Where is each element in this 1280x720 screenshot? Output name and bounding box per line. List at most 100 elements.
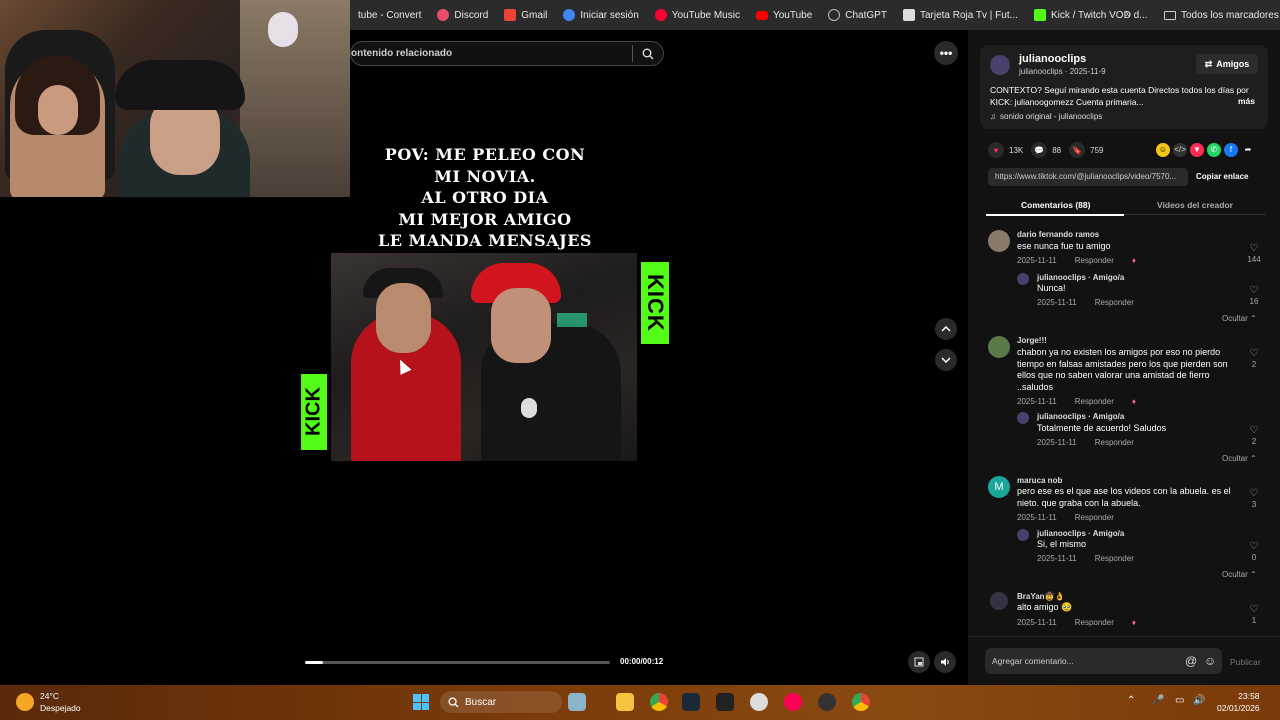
- share-arrow-icon[interactable]: ➦: [1241, 143, 1255, 157]
- publish-button[interactable]: Publicar: [1230, 657, 1261, 667]
- reply-meta: 2025-11-11 Responder: [1037, 298, 1134, 307]
- comments-tabs: Comentarios (88) Videos del creador: [986, 195, 1266, 216]
- comment-like-button[interactable]: ♡ 2: [1247, 348, 1261, 369]
- comment-like-button[interactable]: ♡ 1: [1247, 604, 1261, 625]
- reply-button[interactable]: Responder: [1075, 397, 1114, 406]
- comment-avatar[interactable]: M: [988, 476, 1010, 498]
- comment-like-button[interactable]: ♡ 144: [1247, 243, 1261, 264]
- comment-avatar[interactable]: [988, 336, 1010, 358]
- music-app-icon[interactable]: [784, 693, 802, 711]
- reply-avatar[interactable]: [1017, 529, 1029, 541]
- tab-creator-videos[interactable]: Videos del creador: [1157, 200, 1233, 210]
- next-video-button[interactable]: [935, 349, 957, 371]
- save-button[interactable]: 🔖 759: [1069, 142, 1104, 158]
- epic-games-icon[interactable]: [716, 693, 734, 711]
- reply-like-button[interactable]: ♡ 0: [1247, 541, 1261, 562]
- comment-avatar[interactable]: [990, 592, 1008, 610]
- copy-link-button[interactable]: Copiar enlace: [1196, 172, 1248, 181]
- bookmark-tarjeta-roja[interactable]: Tarjeta Roja Tv | Fut...: [895, 9, 1026, 21]
- obs-icon[interactable]: [818, 693, 836, 711]
- comment-author[interactable]: Jorge!!!: [1017, 336, 1047, 345]
- bookmark-youtube-convert[interactable]: tube - Convert: [350, 10, 429, 21]
- heart-outline-icon: ♡: [1249, 243, 1259, 254]
- comment-author[interactable]: BraYan🤠👌: [1017, 592, 1065, 601]
- reply-button[interactable]: Responder: [1075, 618, 1114, 627]
- reply-author[interactable]: julianooclips · Amigo/a: [1037, 412, 1124, 421]
- hide-replies-button[interactable]: Ocultar ⌃: [1222, 314, 1257, 323]
- chevron-down-icon: [941, 357, 951, 363]
- bookmark-youtube-music[interactable]: YouTube Music: [647, 9, 748, 21]
- taskbar-search[interactable]: Buscar: [440, 691, 562, 713]
- search-icon[interactable]: [633, 42, 663, 65]
- creator-liked-icon: ♦: [1131, 618, 1136, 627]
- more-options-button[interactable]: •••: [934, 41, 958, 65]
- reply-meta: 2025-11-11 Responder: [1037, 438, 1134, 447]
- video-progress-bar[interactable]: [305, 661, 610, 664]
- reply-author[interactable]: julianooclips · Amigo/a: [1037, 273, 1124, 282]
- embed-icon[interactable]: </>: [1173, 143, 1187, 157]
- video-link-field[interactable]: https://www.tiktok.com/@julianooclips/vi…: [988, 168, 1188, 186]
- bookmark-chatgpt[interactable]: ChatGPT: [820, 9, 895, 21]
- reply-avatar[interactable]: [1017, 412, 1029, 424]
- related-search-input[interactable]: ontenido relacionado: [351, 48, 632, 59]
- comments-button[interactable]: 💬 88: [1031, 142, 1061, 158]
- reply-button[interactable]: Responder: [1095, 298, 1134, 307]
- reply-button[interactable]: Responder: [1075, 256, 1114, 265]
- file-explorer-icon[interactable]: [616, 693, 634, 711]
- comment-avatar[interactable]: [988, 230, 1010, 252]
- author-avatar[interactable]: [990, 55, 1010, 75]
- whatsapp-icon[interactable]: ✆: [1207, 143, 1221, 157]
- start-button[interactable]: [413, 694, 429, 710]
- network-icon[interactable]: ▭: [1175, 695, 1184, 706]
- bookmark-gmail[interactable]: Gmail: [496, 9, 555, 21]
- comment-like-button[interactable]: ♡ 3: [1247, 488, 1261, 509]
- all-bookmarks-button[interactable]: Todos los marcadores: [1164, 0, 1279, 30]
- author-name[interactable]: julianooclips: [1019, 53, 1086, 65]
- reply-like-button[interactable]: ♡ 16: [1247, 285, 1261, 306]
- weather-widget[interactable]: 24°C Despejado: [16, 690, 81, 714]
- emoji-icon[interactable]: ☺: [1204, 654, 1216, 668]
- chrome-profile-icon[interactable]: [852, 693, 870, 711]
- bookmark-discord[interactable]: Discord: [429, 9, 496, 21]
- speaker-icon[interactable]: 🔊: [1193, 695, 1205, 706]
- hide-replies-button[interactable]: Ocultar ⌃: [1222, 570, 1257, 579]
- bookmark-login[interactable]: Iniciar sesión: [555, 9, 646, 21]
- friends-button[interactable]: ⇄ Amigos: [1196, 54, 1258, 74]
- comment-meta: 2025-11-11 Responder ♦: [1017, 397, 1136, 406]
- sound-link[interactable]: ♫ sonido original - julianooclips: [990, 112, 1102, 121]
- tray-chevron-icon[interactable]: ⌃: [1127, 695, 1135, 706]
- like-button[interactable]: ♥ 13K: [988, 142, 1023, 158]
- bookmarks-overflow-button[interactable]: »: [1125, 8, 1131, 20]
- comment-author[interactable]: maruca nob: [1017, 476, 1062, 485]
- video-time: 00:00/00:12: [620, 657, 664, 666]
- tab-comments[interactable]: Comentarios (88): [1021, 200, 1090, 210]
- send-icon[interactable]: ▼: [1190, 143, 1204, 157]
- reply-button[interactable]: Responder: [1095, 438, 1134, 447]
- chrome-icon[interactable]: [650, 693, 668, 711]
- facebook-icon[interactable]: f: [1224, 143, 1238, 157]
- steam-icon[interactable]: [682, 693, 700, 711]
- comment-text: alto amigo 🥹: [1017, 602, 1073, 612]
- heart-outline-icon: ♡: [1249, 348, 1259, 359]
- clock[interactable]: 23:58 02/01/2026: [1217, 690, 1260, 714]
- related-content-search[interactable]: ontenido relacionado: [350, 41, 664, 66]
- app-icon[interactable]: [750, 693, 768, 711]
- mention-icon[interactable]: @: [1185, 654, 1197, 668]
- widget-app-icon[interactable]: [568, 693, 586, 711]
- hide-replies-button[interactable]: Ocultar ⌃: [1222, 454, 1257, 463]
- microphone-icon[interactable]: 🎤: [1152, 695, 1164, 706]
- pip-button[interactable]: [908, 651, 930, 673]
- volume-button[interactable]: [934, 651, 956, 673]
- bookmark-youtube[interactable]: YouTube: [748, 10, 820, 21]
- video-description: CONTEXTO? Seguí mirando esta cuenta Dire…: [990, 85, 1249, 107]
- emoji-share-icon[interactable]: ☺: [1156, 143, 1170, 157]
- reply-button[interactable]: Responder: [1075, 513, 1114, 522]
- reply-avatar[interactable]: [1017, 273, 1029, 285]
- reply-button[interactable]: Responder: [1095, 554, 1134, 563]
- comment-author[interactable]: dario fernando ramos: [1017, 230, 1099, 239]
- reply-author[interactable]: julianooclips · Amigo/a: [1037, 529, 1124, 538]
- bookmark-kick[interactable]: Kick / Twitch VOD d...: [1026, 9, 1156, 21]
- reply-like-button[interactable]: ♡ 2: [1247, 425, 1261, 446]
- previous-video-button[interactable]: [935, 318, 957, 340]
- more-link[interactable]: más: [1238, 96, 1255, 106]
